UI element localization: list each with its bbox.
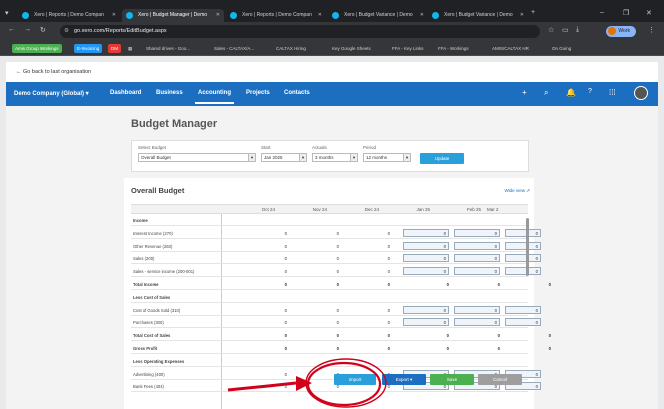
- annotation-circle: [306, 361, 382, 407]
- annotation-arrow-shaft: [227, 381, 297, 392]
- annotation-overlay: [227, 358, 387, 408]
- annotation-circle-outer: [305, 358, 387, 408]
